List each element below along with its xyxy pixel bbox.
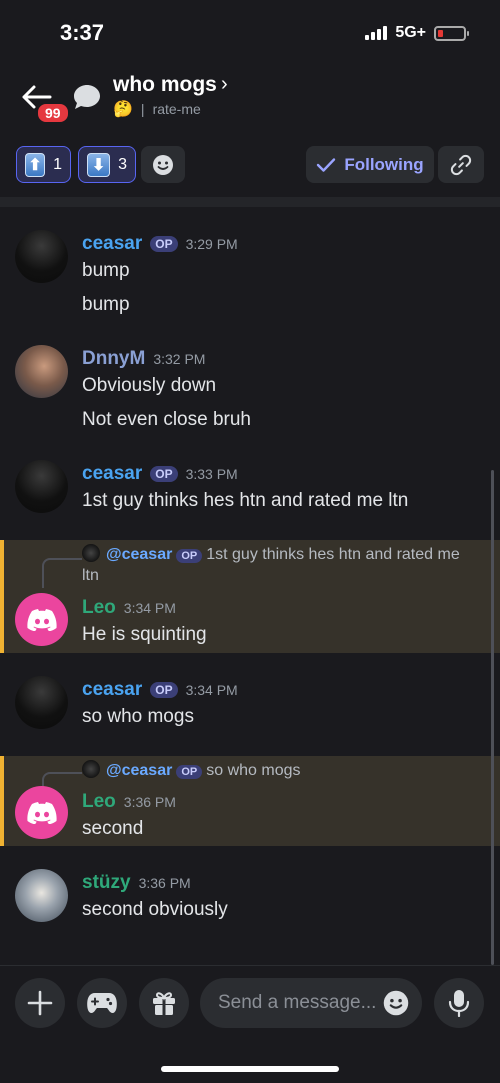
microphone-icon <box>448 990 470 1017</box>
reply-author: @ceasar <box>106 546 173 563</box>
status-right: 5G+ <box>365 24 469 42</box>
op-badge: OP <box>176 549 203 563</box>
copy-link-button[interactable] <box>438 146 484 183</box>
author-name[interactable]: ceasar <box>82 233 142 255</box>
message-text: so who mogs <box>82 706 194 727</box>
down-arrow-icon: ⬇ <box>87 152 111 177</box>
gift-icon <box>153 992 175 1015</box>
divider <box>0 197 500 207</box>
message-meta: ceasar OP 3:34 PM <box>82 679 238 701</box>
avatar[interactable] <box>15 460 68 513</box>
message-text: He is squinting <box>82 624 207 645</box>
following-label: Following <box>344 154 424 174</box>
reply-preview[interactable]: @ceasar OP so who mogs <box>82 760 301 780</box>
up-arrow-icon: ⬆ <box>25 152 46 177</box>
message-meta: stüzy 3:36 PM <box>82 872 191 894</box>
message-text: second <box>82 818 144 839</box>
status-time: 3:37 <box>60 20 105 45</box>
activities-button[interactable] <box>77 978 127 1028</box>
thread-title[interactable]: who mogs <box>113 73 217 97</box>
reply-text: so who mogs <box>206 762 301 779</box>
message-text: bump <box>82 260 130 281</box>
author-name[interactable]: Leo <box>82 791 116 813</box>
reply-avatar <box>82 544 100 562</box>
message-leo-reply-1[interactable]: @ceasar OP 1st guy thinks hes htn and rate… <box>0 540 500 653</box>
scrollbar[interactable] <box>491 470 494 965</box>
message-text: Obviously down <box>82 375 217 396</box>
check-icon <box>317 157 336 172</box>
home-indicator[interactable] <box>161 1066 339 1072</box>
discord-logo-icon <box>26 608 57 631</box>
timestamp: 3:36 PM <box>138 875 191 891</box>
message-meta: DnnyM 3:32 PM <box>82 348 205 370</box>
author-name[interactable]: ceasar <box>82 463 142 485</box>
thread-bubble-icon <box>74 85 100 109</box>
status-bar: 3:37 5G+ <box>0 0 500 64</box>
reply-author: @ceasar <box>106 762 173 779</box>
reply-text: 1st guy thinks hes htn and rated me <box>206 546 460 563</box>
thread-subtitle: 🤔 | rate-me <box>113 99 201 119</box>
network-label: 5G+ <box>395 24 426 41</box>
add-reaction-button[interactable] <box>141 146 185 183</box>
following-button[interactable]: Following <box>306 146 434 183</box>
timestamp: 3:34 PM <box>123 600 176 616</box>
avatar[interactable] <box>15 230 68 283</box>
op-badge: OP <box>176 765 203 779</box>
reply-connector <box>42 558 82 588</box>
avatar[interactable] <box>15 345 68 398</box>
message-leo-reply-2[interactable]: @ceasar OP so who mogs Leo 3:36 PM second <box>0 756 500 846</box>
message-meta: Leo 3:34 PM <box>82 597 176 619</box>
message-meta: ceasar OP 3:29 PM <box>82 233 238 255</box>
battery-icon <box>434 25 469 41</box>
thread-header: 99 who mogs › 🤔 | rate-me <box>0 64 500 134</box>
voice-message-button[interactable] <box>434 978 484 1028</box>
message-text: 1st guy thinks hes htn and rated me ltn <box>82 490 409 511</box>
message-meta: Leo 3:36 PM <box>82 791 176 813</box>
link-icon <box>450 154 472 175</box>
timestamp: 3:36 PM <box>123 794 176 810</box>
upvote-count: 1 <box>53 155 62 173</box>
timestamp: 3:33 PM <box>185 466 238 482</box>
message-meta: ceasar OP 3:33 PM <box>82 463 238 485</box>
downvote-count: 3 <box>118 155 127 173</box>
gift-button[interactable] <box>139 978 189 1028</box>
message-input[interactable]: Send a message... <box>200 978 422 1028</box>
channel-name[interactable]: rate-me <box>153 101 201 117</box>
chevron-right-icon[interactable]: › <box>221 73 228 96</box>
discord-logo-icon <box>26 801 57 824</box>
gamepad-icon <box>87 993 117 1013</box>
avatar[interactable] <box>15 869 68 922</box>
separator: | <box>140 101 145 117</box>
avatar[interactable] <box>15 593 68 646</box>
emoji-picker-icon[interactable] <box>382 989 410 1017</box>
timestamp: 3:32 PM <box>153 351 206 367</box>
op-badge: OP <box>150 466 178 482</box>
add-attachment-button[interactable] <box>15 978 65 1028</box>
smiley-icon <box>153 154 173 175</box>
message-text: Not even close bruh <box>82 409 251 430</box>
thinking-emoji: 🤔 <box>113 101 133 118</box>
message-input-placeholder: Send a message... <box>218 992 377 1013</box>
reply-text-wrap: ltn <box>82 567 99 584</box>
reaction-downvote[interactable]: ⬇ 3 <box>78 146 136 183</box>
author-name[interactable]: DnnyM <box>82 348 145 370</box>
author-name[interactable]: Leo <box>82 597 116 619</box>
reply-avatar <box>82 760 100 778</box>
thread-actions: ⬆ 1 ⬇ 3 Following <box>0 146 500 186</box>
avatar[interactable] <box>15 786 68 839</box>
message-text: second obviously <box>82 899 228 920</box>
timestamp: 3:34 PM <box>185 682 238 698</box>
reply-preview[interactable]: @ceasar OP 1st guy thinks hes htn and rate… <box>82 544 460 564</box>
op-badge: OP <box>150 236 178 252</box>
reaction-upvote[interactable]: ⬆ 1 <box>16 146 71 183</box>
message-text: bump <box>82 294 130 315</box>
signal-icon <box>365 26 388 40</box>
author-name[interactable]: stüzy <box>82 872 131 894</box>
plus-icon <box>27 990 53 1016</box>
avatar[interactable] <box>15 676 68 729</box>
timestamp: 3:29 PM <box>185 236 238 252</box>
unread-badge: 99 <box>36 102 70 124</box>
author-name[interactable]: ceasar <box>82 679 142 701</box>
op-badge: OP <box>150 682 178 698</box>
